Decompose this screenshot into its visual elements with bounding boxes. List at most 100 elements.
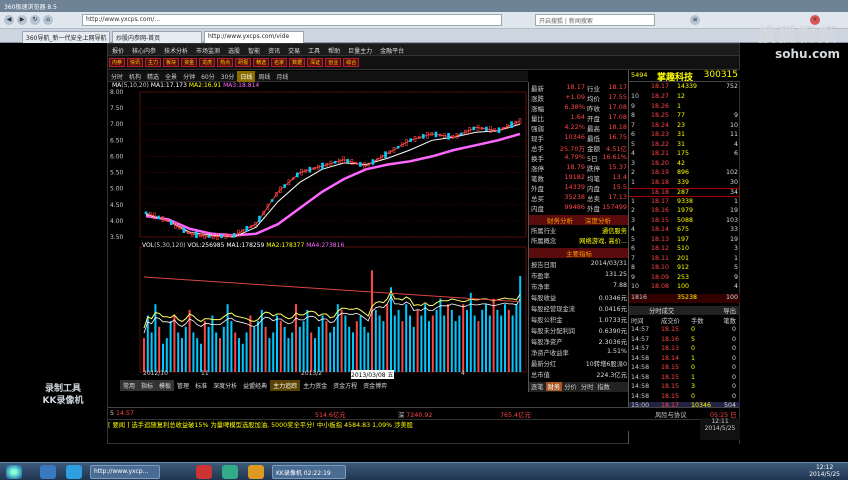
app-red-icon[interactable] bbox=[196, 465, 212, 479]
toolbar-button-7[interactable]: 研报 bbox=[235, 58, 252, 67]
orderbook-row[interactable]: 2 18.19 896 102 bbox=[629, 169, 740, 178]
close-icon[interactable]: × bbox=[810, 15, 820, 25]
ie-icon[interactable] bbox=[66, 465, 82, 479]
orderbook-row[interactable]: 4 18.21 175 6 bbox=[629, 150, 740, 159]
orderbook-row[interactable]: 5 18.22 31 4 bbox=[629, 141, 740, 150]
ticks-export-button[interactable]: 导出 bbox=[723, 306, 736, 315]
small-tab-3[interactable]: 分时 bbox=[579, 382, 596, 391]
kline-chart[interactable]: 8.00 7.50 7.00 6.50 6.00 5.50 5.00 4.50 4.00 3.50 bbox=[108, 82, 528, 392]
indicator-tab-9[interactable]: 资金方程 bbox=[330, 380, 360, 391]
explorer-icon[interactable] bbox=[40, 465, 56, 479]
toolbar-button-12[interactable]: 创业 bbox=[325, 58, 342, 67]
refresh-icon[interactable]: ↻ bbox=[30, 15, 40, 25]
orderbook-row[interactable]: 7 18.24 23 10 bbox=[629, 122, 740, 131]
tick-count: 0 bbox=[731, 335, 736, 343]
indicator-tab-4[interactable]: 标准 bbox=[192, 380, 210, 391]
period-4[interactable]: 周线 bbox=[255, 71, 273, 82]
orderbook-row[interactable]: 18.18 287 34 bbox=[629, 188, 740, 197]
app-orange-icon[interactable] bbox=[248, 465, 264, 479]
app-green-icon[interactable] bbox=[222, 465, 238, 479]
toolbar-button-9[interactable]: 名家 bbox=[271, 58, 288, 67]
indicator-tab-1[interactable]: 指标 bbox=[138, 380, 157, 391]
orderbook-row[interactable]: 6 18.23 31 11 bbox=[629, 131, 740, 140]
sub-b: 14339 bbox=[677, 83, 698, 90]
toolbar-button-3[interactable]: 板块 bbox=[163, 58, 180, 67]
tray-clock[interactable]: 12:12 2014/5/25 bbox=[809, 464, 840, 478]
orderbook-row[interactable]: 7 18.11 201 1 bbox=[629, 255, 740, 264]
orderbook-row[interactable]: 4 18.14 675 33 bbox=[629, 226, 740, 235]
indicator-tab-0[interactable]: 常用 bbox=[120, 380, 139, 391]
orderbook-row[interactable]: 1 18.17 9338 1 bbox=[629, 198, 740, 207]
toolbar-button-0[interactable]: 内参 bbox=[109, 58, 126, 67]
quote-key: 外盘 bbox=[531, 185, 544, 193]
indicator-tab-6[interactable]: 益盟经典 bbox=[240, 380, 270, 391]
indicator-tab-3[interactable]: 管理 bbox=[174, 380, 192, 391]
finance-tab-1[interactable]: 深度分析 bbox=[585, 217, 611, 225]
orderbook-row[interactable]: 10 18.27 12 bbox=[629, 93, 740, 102]
small-tab-4[interactable]: 指数 bbox=[595, 382, 612, 391]
orderbook-row[interactable]: 8 18.25 77 9 bbox=[629, 112, 740, 121]
tab-1[interactable]: 360导航_新一代安全上网导航 bbox=[22, 31, 110, 43]
address-bar[interactable]: http://www.yxcps.com/... bbox=[82, 14, 502, 26]
news-ticker[interactable]: [ 要闻 ] 选手追随复利总收益破15% 为量啤模型选股加油, 5000奖全平分… bbox=[108, 419, 739, 431]
orderbook-row[interactable]: 3 18.20 42 bbox=[629, 160, 740, 169]
chart-tab-2[interactable]: 精选 bbox=[144, 71, 162, 82]
toolbar-button-2[interactable]: 主力 bbox=[145, 58, 162, 67]
toolbar-button-4[interactable]: 资金 bbox=[181, 58, 198, 67]
orderbook-row[interactable]: 3 18.15 5088 103 bbox=[629, 217, 740, 226]
orderbook-row[interactable]: 2 18.16 1979 19 bbox=[629, 207, 740, 216]
indicator-tab-10[interactable]: 资金博弈 bbox=[360, 380, 390, 391]
volume-bar bbox=[169, 321, 172, 372]
quote-value-2: 17.08 bbox=[608, 103, 627, 111]
orderbook-row[interactable]: 8 18.10 912 5 bbox=[629, 264, 740, 273]
toolbar-button-13[interactable]: 综合 bbox=[343, 58, 360, 67]
finance-key: 净资产收益率 bbox=[531, 350, 569, 357]
volume-bar bbox=[344, 315, 347, 372]
chart-tab-3[interactable]: 全景 bbox=[162, 71, 180, 82]
tab-2[interactable]: 炒股内参网-首页 bbox=[112, 31, 202, 43]
home-icon[interactable]: ⌂ bbox=[43, 15, 53, 25]
toolbar-button-5[interactable]: 龙虎 bbox=[199, 58, 216, 67]
volume-bar bbox=[253, 326, 256, 372]
orderbook-row[interactable]: 10 18.08 100 4 bbox=[629, 283, 740, 292]
quote-value: 4.22% bbox=[564, 123, 585, 131]
period-3[interactable]: 日线 bbox=[237, 71, 256, 82]
chart-tab-1[interactable]: 机构 bbox=[126, 71, 144, 82]
indicator-tab-2[interactable]: 模板 bbox=[156, 380, 175, 391]
search-input[interactable]: 开启搜狐 | 新闻搜索 bbox=[535, 14, 655, 26]
orderbook-row[interactable]: 9 18.09 253 9 bbox=[629, 274, 740, 283]
indicator-tab-7[interactable]: 主力追踪 bbox=[270, 380, 301, 391]
period-1[interactable]: 60分 bbox=[198, 71, 218, 82]
start-icon[interactable] bbox=[6, 465, 22, 479]
toolbar-button-11[interactable]: 深证 bbox=[307, 58, 324, 67]
indicator-tab-8[interactable]: 主力资金 bbox=[300, 380, 330, 391]
toolbar-button-6[interactable]: 热点 bbox=[217, 58, 234, 67]
ob-qty: 201 bbox=[677, 254, 690, 262]
back-arrow-icon[interactable]: ◀ bbox=[4, 15, 14, 25]
orderbook-row[interactable]: 6 18.12 510 3 bbox=[629, 245, 740, 254]
taskbar-window-recorder[interactable]: KK录像机 02:22:19 bbox=[272, 465, 346, 479]
ob-count: 9 bbox=[733, 273, 738, 281]
toolbar-button-1[interactable]: 快讯 bbox=[127, 58, 144, 67]
orderbook-row[interactable]: 9 18.26 1 bbox=[629, 103, 740, 112]
small-tab-2[interactable]: 分价 bbox=[562, 382, 579, 391]
menu-icon[interactable]: ≡ bbox=[690, 15, 700, 25]
toolbar-button-10[interactable]: 数据 bbox=[289, 58, 306, 67]
chart-tab-0[interactable]: 分时 bbox=[108, 71, 126, 82]
indicator-tab-5[interactable]: 深度分析 bbox=[210, 380, 240, 391]
orderbook-row[interactable]: 1 18.18 339 30 bbox=[629, 179, 740, 188]
tab-3[interactable]: http://www.yxcps.com/vide bbox=[204, 31, 304, 43]
ob-level: 10 bbox=[631, 93, 640, 100]
finance-value: 2.3036元 bbox=[598, 339, 627, 346]
period-2[interactable]: 30分 bbox=[218, 71, 238, 82]
taskbar-window-browser[interactable]: http://www.yxcp... bbox=[90, 465, 160, 479]
finance-tab-0[interactable]: 财务分析 bbox=[547, 217, 573, 225]
period-0[interactable]: 分钟 bbox=[180, 71, 198, 82]
small-tab-0[interactable]: 逐笔 bbox=[529, 382, 546, 391]
period-5[interactable]: 月线 bbox=[273, 71, 291, 82]
volume-bar bbox=[211, 315, 214, 372]
small-tab-1[interactable]: 财务 bbox=[545, 382, 563, 391]
forward-arrow-icon[interactable]: ▶ bbox=[17, 15, 27, 25]
toolbar-button-8[interactable]: 精选 bbox=[253, 58, 270, 67]
orderbook-row[interactable]: 5 18.13 197 19 bbox=[629, 236, 740, 245]
